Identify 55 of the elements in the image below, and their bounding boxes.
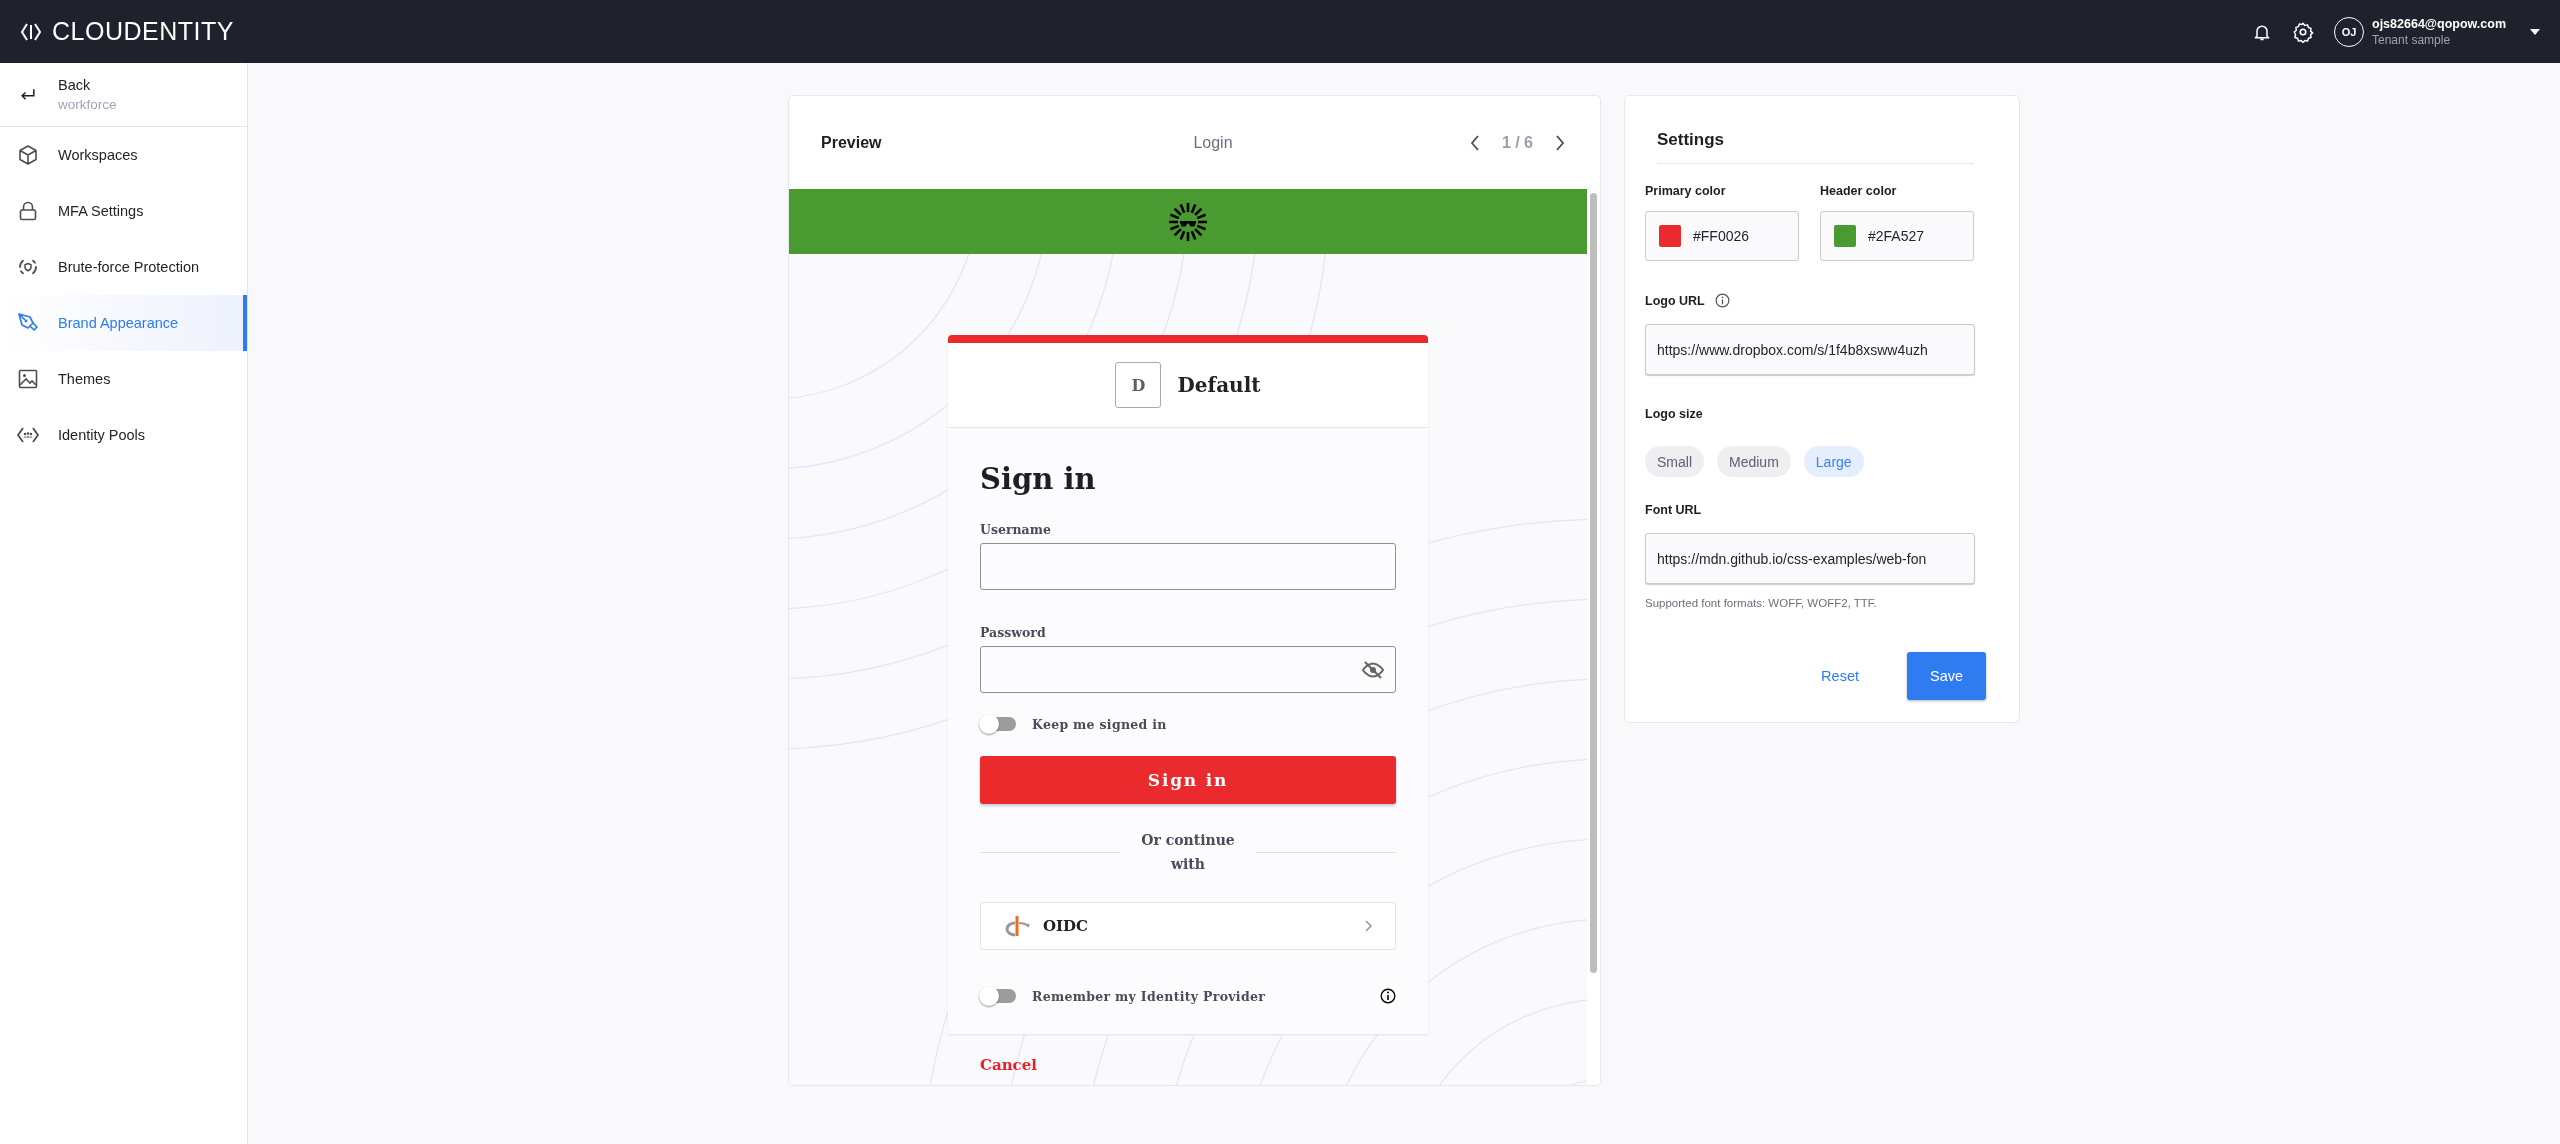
chevron-right-icon — [1365, 920, 1373, 932]
cube-icon — [16, 143, 40, 167]
field-label: Logo size — [1645, 407, 1704, 421]
toggle-label: Remember my Identity Provider — [1032, 988, 1266, 1004]
divider-text: Or continue with — [1140, 831, 1236, 874]
size-chip[interactable]: Small — [1645, 446, 1704, 477]
sun-logo-icon — [1168, 201, 1208, 242]
field-label: Username — [980, 522, 1052, 537]
toggle-label: Keep me signed in — [1032, 716, 1167, 732]
openid-logo-icon — [1005, 915, 1031, 937]
field-label: Header color — [1820, 184, 1898, 198]
chevron-left-icon[interactable] — [1469, 134, 1480, 151]
chevron-right-icon[interactable] — [1555, 134, 1565, 151]
color-field[interactable]: #2FA527 — [1820, 211, 1974, 261]
field-label: Password — [980, 625, 1047, 640]
logo-url-field[interactable]: https://www.dropbox.com/s/1f4b8xsww4uzh — [1645, 324, 1975, 375]
color-swatch[interactable] — [1659, 225, 1681, 247]
info-icon[interactable] — [1380, 988, 1396, 1004]
reset-button[interactable]: Reset — [1815, 667, 1865, 685]
page-name: Login — [1192, 133, 1234, 152]
caret-icon[interactable] — [2530, 28, 2540, 35]
sidebar-item[interactable]: Themes — [0, 351, 247, 407]
back-link[interactable]: Back workforce — [0, 63, 247, 127]
panel-title: Preview — [821, 133, 883, 152]
cancel-link[interactable]: Cancel — [980, 1056, 1037, 1074]
user-email: ojs82664@qopow.com — [2372, 15, 2506, 32]
field-label: Logo URL — [1645, 293, 1705, 308]
panel-title: Settings — [1657, 96, 1974, 164]
color-swatch[interactable] — [1834, 225, 1856, 247]
toggle-switch[interactable] — [982, 989, 1016, 1003]
field-label: Font URL — [1645, 503, 1703, 517]
sidebar-item[interactable]: Identity Pools — [0, 407, 247, 463]
save-button[interactable]: Save — [1907, 652, 1986, 700]
page-counter: 1 / 6 — [1501, 133, 1533, 152]
workspace-logo: D — [1115, 362, 1162, 408]
info-icon[interactable] — [1714, 293, 1730, 308]
size-chip[interactable]: Medium — [1717, 446, 1791, 477]
sidebar-item[interactable]: Workspaces — [0, 127, 247, 183]
username-field[interactable] — [980, 543, 1396, 590]
toggle-switch[interactable] — [982, 717, 1016, 731]
form-heading: Sign in — [980, 462, 1097, 496]
color-field[interactable]: #FF0026 — [1645, 211, 1799, 261]
image-icon — [16, 367, 40, 391]
sign-in-button[interactable]: Sign in — [980, 756, 1396, 804]
helper-text: Supported font formats: WOFF, WOFF2, TTF. — [1645, 597, 1878, 609]
workspace-name: Default — [1177, 373, 1261, 397]
sidebar-item[interactable]: Brute-force Protection — [0, 239, 247, 295]
font-url-field[interactable]: https://mdn.github.io/css-examples/web-fon — [1645, 533, 1975, 584]
sidebar-item[interactable]: MFA Settings — [0, 183, 247, 239]
tenant-name: Tenant sample — [2372, 31, 2452, 48]
brand-name: CLOUDENTITY — [52, 17, 234, 46]
password-field[interactable] — [980, 646, 1396, 693]
field-label: Primary color — [1645, 184, 1727, 198]
provider-button[interactable]: OIDC — [980, 902, 1396, 950]
settings-icon[interactable] — [2292, 20, 2314, 43]
